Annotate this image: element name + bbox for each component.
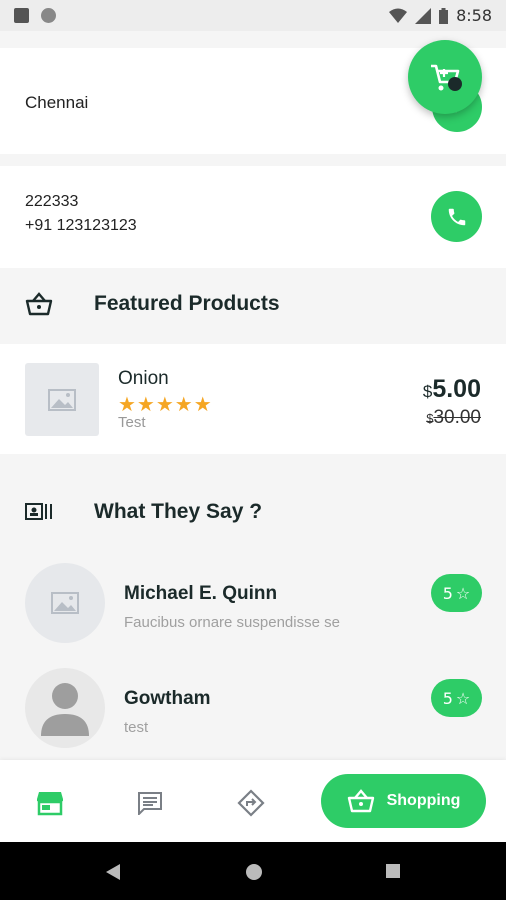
image-placeholder-icon: [48, 388, 76, 411]
directions-icon: [237, 789, 265, 817]
shopping-label: Shopping: [386, 792, 461, 809]
star-outline-icon: ☆: [455, 688, 471, 708]
reviewer-name: Gowtham: [124, 688, 211, 709]
contact-number-2: +91 123123123: [25, 217, 137, 234]
testimonials-header: What They Say ?: [0, 476, 506, 548]
contact-card: 222333 +91 123123123: [0, 166, 506, 268]
product-card[interactable]: Onion ★★★★★ Test $5.00 $30.00: [0, 344, 506, 454]
price-currency: $: [422, 382, 433, 401]
review-item: Gowtham test 5 ☆: [0, 667, 506, 757]
review-text: test: [124, 719, 149, 736]
featured-title: Featured Products: [94, 292, 280, 315]
product-description: Test: [118, 414, 146, 431]
review-text: Faucibus ornare suspendisse se: [124, 614, 340, 631]
product-name: Onion: [118, 368, 169, 389]
product-old-price: $30.00: [426, 407, 481, 429]
product-price: $5.00: [423, 375, 481, 404]
signal-icon: [415, 7, 432, 24]
testimonials-title: What They Say ?: [94, 500, 263, 523]
rating-value: 5: [442, 688, 453, 708]
cart-badge: [448, 77, 462, 91]
price-value: 5.00: [432, 375, 481, 403]
old-price-value: 30.00: [433, 407, 481, 428]
phone-icon: [448, 208, 465, 225]
reviewer-name: Michael E. Quinn: [124, 583, 278, 604]
nav-messages-button[interactable]: [135, 788, 165, 818]
avatar: [25, 668, 105, 748]
rating-value: 5: [442, 583, 453, 603]
star-outline-icon: ☆: [455, 583, 471, 603]
testimonial-icon: [25, 503, 52, 520]
notification-icon: [14, 8, 29, 23]
bottom-nav: Shopping: [0, 760, 506, 842]
status-bar: 8:58: [0, 0, 506, 31]
cart-button[interactable]: [408, 40, 482, 114]
review-item: Michael E. Quinn Faucibus ornare suspend…: [0, 562, 506, 652]
person-icon: [41, 683, 89, 736]
basket-icon: [25, 292, 53, 316]
call-button[interactable]: [431, 191, 482, 242]
nav-directions-button[interactable]: [236, 788, 266, 818]
nav-store-button[interactable]: [35, 788, 65, 818]
shopping-button[interactable]: Shopping: [321, 774, 486, 828]
store-icon: [37, 792, 63, 816]
product-image: [25, 363, 99, 436]
sync-icon: [41, 8, 56, 23]
wifi-icon: [389, 8, 408, 23]
rating-badge: 5 ☆: [431, 574, 482, 612]
location-city: Chennai: [25, 93, 89, 112]
avatar: [25, 563, 105, 643]
featured-header: Featured Products: [0, 268, 506, 340]
image-placeholder-icon: [51, 592, 79, 614]
contact-number-1: 222333: [25, 193, 79, 210]
recents-icon[interactable]: [386, 864, 400, 878]
status-time: 8:58: [456, 6, 492, 25]
battery-icon: [439, 7, 449, 24]
basket-icon: [347, 789, 374, 813]
back-icon[interactable]: [106, 864, 120, 880]
rating-badge: 5 ☆: [431, 679, 482, 717]
home-icon[interactable]: [245, 863, 263, 881]
message-icon: [138, 792, 162, 815]
product-rating-stars: ★★★★★: [118, 392, 213, 416]
system-nav-bar: [0, 842, 506, 900]
